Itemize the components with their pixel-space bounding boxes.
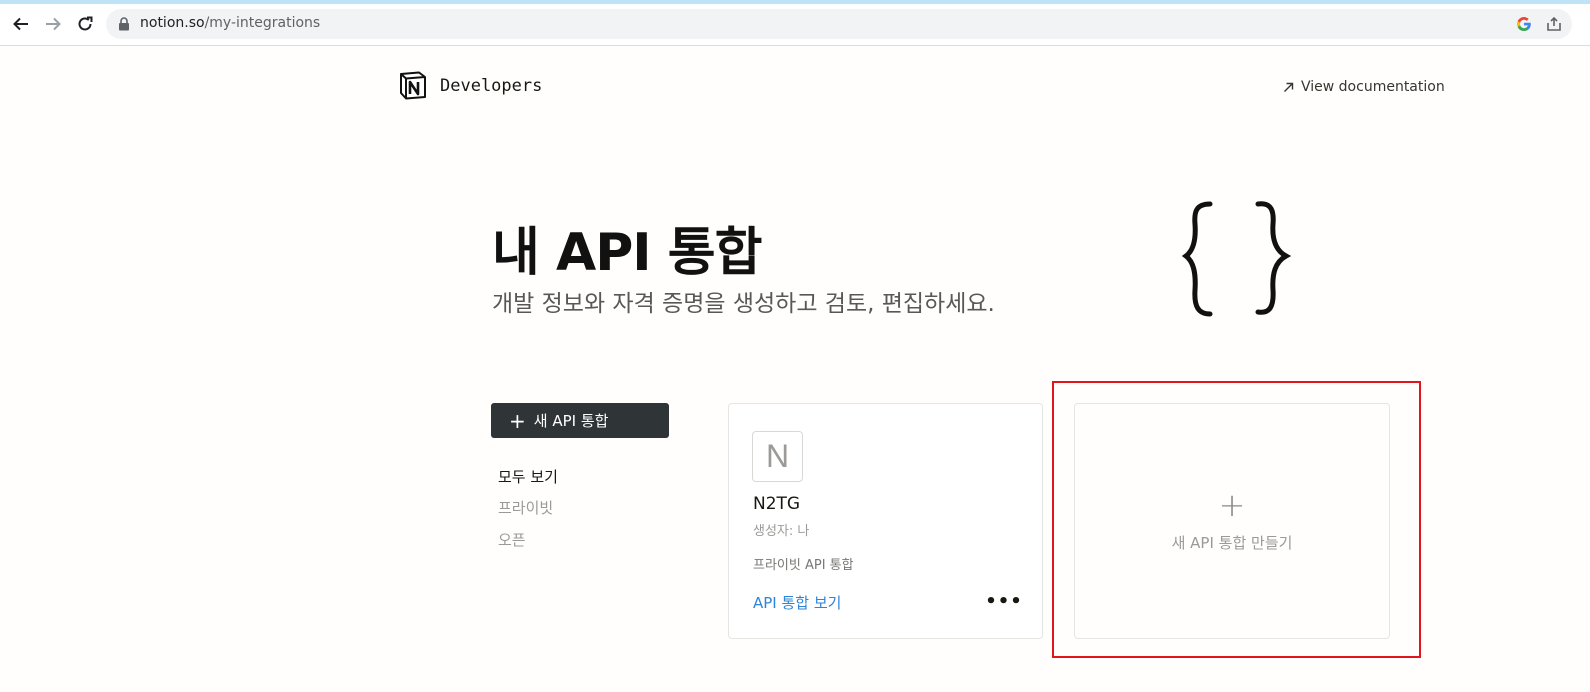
reload-button[interactable]	[70, 10, 100, 38]
plus-icon: +	[509, 408, 526, 433]
more-options-icon[interactable]: •••	[985, 590, 1022, 612]
curly-braces-illustration-icon	[1181, 201, 1292, 317]
url-host: notion.so	[140, 15, 205, 31]
page-subtitle: 개발 정보와 자격 증명을 생성하고 검토, 편집하세요.	[492, 291, 995, 317]
google-icon[interactable]	[1516, 16, 1532, 32]
view-integration-link[interactable]: API 통합 보기	[753, 592, 841, 613]
integration-avatar: N	[752, 431, 803, 482]
reload-icon	[78, 16, 93, 31]
view-documentation-label: View documentation	[1301, 79, 1445, 95]
url-text: notion.so/my-integrations	[140, 15, 320, 31]
integration-type: 프라이빗 API 통합	[753, 558, 854, 573]
notion-logo-icon[interactable]	[398, 70, 428, 100]
filter-private[interactable]: 프라이빗	[498, 497, 553, 518]
lock-icon	[119, 17, 129, 31]
arrow-right-icon	[46, 17, 61, 31]
back-button[interactable]	[6, 10, 36, 38]
forward-button[interactable]	[38, 10, 68, 38]
arrow-left-icon	[13, 17, 28, 31]
view-documentation-link[interactable]: View documentation	[1283, 79, 1445, 95]
integration-creator: 생성자: 나	[753, 524, 810, 539]
brand-title[interactable]: Developers	[440, 76, 542, 96]
filter-all[interactable]: 모두 보기	[498, 466, 558, 487]
integration-card[interactable]: N N2TG 생성자: 나 프라이빗 API 통합 API 통합 보기 •••	[728, 403, 1043, 639]
arrow-up-right-icon	[1284, 82, 1294, 92]
highlight-box	[1052, 381, 1421, 658]
url-path: /my-integrations	[204, 15, 321, 31]
new-integration-label: 새 API 통합	[533, 412, 609, 430]
integration-name: N2TG	[753, 494, 801, 514]
browser-toolbar: notion.so/my-integrations	[0, 4, 1590, 46]
filter-public[interactable]: 오픈	[498, 529, 526, 550]
page-title: 내 API 통합	[492, 223, 762, 283]
address-bar[interactable]: notion.so/my-integrations	[106, 9, 1572, 39]
share-icon[interactable]	[1546, 16, 1562, 32]
new-integration-button[interactable]: + 새 API 통합	[491, 403, 669, 438]
